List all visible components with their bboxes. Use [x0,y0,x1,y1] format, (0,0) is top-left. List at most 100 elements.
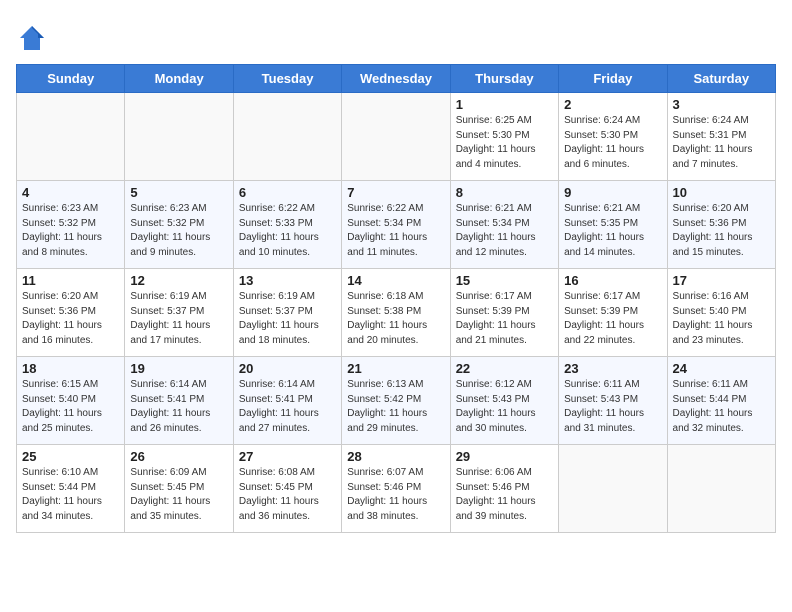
day-number: 23 [564,361,661,376]
day-number: 18 [22,361,119,376]
day-number: 19 [130,361,227,376]
logo-icon [18,24,46,52]
day-info: Sunrise: 6:20 AM Sunset: 5:36 PM Dayligh… [22,290,119,348]
calendar-cell: 15 Sunrise: 6:17 AM Sunset: 5:39 PM Dayli… [450,269,558,357]
day-info: Sunrise: 6:23 AM Sunset: 5:32 PM Dayligh… [130,202,227,260]
day-info: Sunrise: 6:22 AM Sunset: 5:33 PM Dayligh… [239,202,336,260]
calendar-cell: 18 Sunrise: 6:15 AM Sunset: 5:40 PM Dayli… [17,357,125,445]
day-info: Sunrise: 6:22 AM Sunset: 5:34 PM Dayligh… [347,202,444,260]
day-number: 17 [673,273,770,288]
day-info: Sunrise: 6:13 AM Sunset: 5:42 PM Dayligh… [347,378,444,436]
calendar-header-tuesday: Tuesday [233,65,341,93]
day-number: 3 [673,97,770,112]
day-info: Sunrise: 6:20 AM Sunset: 5:36 PM Dayligh… [673,202,770,260]
calendar-header-sunday: Sunday [17,65,125,93]
day-number: 8 [456,185,553,200]
calendar-cell: 14 Sunrise: 6:18 AM Sunset: 5:38 PM Dayli… [342,269,450,357]
day-info: Sunrise: 6:17 AM Sunset: 5:39 PM Dayligh… [456,290,553,348]
day-number: 24 [673,361,770,376]
calendar-week-row: 4Sunrise: 6:23 AM Sunset: 5:32 PM Daylig… [17,181,776,269]
calendar-table: SundayMondayTuesdayWednesdayThursdayFrid… [16,64,776,533]
day-info: Sunrise: 6:21 AM Sunset: 5:35 PM Dayligh… [564,202,661,260]
calendar-week-row: 1Sunrise: 6:25 AM Sunset: 5:30 PM Daylig… [17,93,776,181]
calendar-cell: 21 Sunrise: 6:13 AM Sunset: 5:42 PM Dayli… [342,357,450,445]
day-number: 5 [130,185,227,200]
calendar-cell: 9 Sunrise: 6:21 AM Sunset: 5:35 PM Daylig… [559,181,667,269]
day-info: Sunrise: 6:23 AM Sunset: 5:32 PM Dayligh… [22,202,119,260]
day-info: Sunrise: 6:18 AM Sunset: 5:38 PM Dayligh… [347,290,444,348]
calendar-week-row: 25Sunrise: 6:10 AM Sunset: 5:44 PM Dayli… [17,445,776,533]
calendar-cell: 25Sunrise: 6:10 AM Sunset: 5:44 PM Dayli… [17,445,125,533]
day-number: 11 [22,273,119,288]
day-info: Sunrise: 6:21 AM Sunset: 5:34 PM Dayligh… [456,202,553,260]
calendar-week-row: 11 Sunrise: 6:20 AM Sunset: 5:36 PM Dayli… [17,269,776,357]
day-info: Sunrise: 6:12 AM Sunset: 5:43 PM Dayligh… [456,378,553,436]
calendar-header-saturday: Saturday [667,65,775,93]
day-number: 7 [347,185,444,200]
calendar-cell: 6 Sunrise: 6:22 AM Sunset: 5:33 PM Daylig… [233,181,341,269]
calendar-cell: 13 Sunrise: 6:19 AM Sunset: 5:37 PM Dayli… [233,269,341,357]
calendar-header-thursday: Thursday [450,65,558,93]
calendar-cell: 24 Sunrise: 6:11 AM Sunset: 5:44 PM Dayli… [667,357,775,445]
calendar-week-row: 18 Sunrise: 6:15 AM Sunset: 5:40 PM Dayli… [17,357,776,445]
day-info: Sunrise: 6:19 AM Sunset: 5:37 PM Dayligh… [239,290,336,348]
calendar-cell: 20Sunrise: 6:14 AM Sunset: 5:41 PM Dayli… [233,357,341,445]
calendar-cell: 29 Sunrise: 6:06 AM Sunset: 5:46 PM Dayli… [450,445,558,533]
calendar-cell: 3 Sunrise: 6:24 AM Sunset: 5:31 PM Daylig… [667,93,775,181]
day-number: 14 [347,273,444,288]
day-number: 27 [239,449,336,464]
day-info: Sunrise: 6:14 AM Sunset: 5:41 PM Dayligh… [239,378,336,436]
calendar-header-wednesday: Wednesday [342,65,450,93]
day-number: 21 [347,361,444,376]
day-info: Sunrise: 6:24 AM Sunset: 5:30 PM Dayligh… [564,114,661,172]
day-info: Sunrise: 6:25 AM Sunset: 5:30 PM Dayligh… [456,114,553,172]
day-info: Sunrise: 6:19 AM Sunset: 5:37 PM Dayligh… [130,290,227,348]
calendar-cell [559,445,667,533]
calendar-body: 1Sunrise: 6:25 AM Sunset: 5:30 PM Daylig… [17,93,776,533]
calendar-cell [233,93,341,181]
calendar-cell: 10 Sunrise: 6:20 AM Sunset: 5:36 PM Dayli… [667,181,775,269]
day-info: Sunrise: 6:08 AM Sunset: 5:45 PM Dayligh… [239,466,336,524]
day-number: 12 [130,273,227,288]
day-number: 13 [239,273,336,288]
day-info: Sunrise: 6:06 AM Sunset: 5:46 PM Dayligh… [456,466,553,524]
day-info: Sunrise: 6:07 AM Sunset: 5:46 PM Dayligh… [347,466,444,524]
calendar-cell [342,93,450,181]
calendar-cell: 2Sunrise: 6:24 AM Sunset: 5:30 PM Daylig… [559,93,667,181]
day-info: Sunrise: 6:15 AM Sunset: 5:40 PM Dayligh… [22,378,119,436]
day-number: 9 [564,185,661,200]
calendar-cell: 23 Sunrise: 6:11 AM Sunset: 5:43 PM Dayli… [559,357,667,445]
calendar-cell: 11 Sunrise: 6:20 AM Sunset: 5:36 PM Dayli… [17,269,125,357]
day-info: Sunrise: 6:14 AM Sunset: 5:41 PM Dayligh… [130,378,227,436]
day-info: Sunrise: 6:17 AM Sunset: 5:39 PM Dayligh… [564,290,661,348]
day-number: 26 [130,449,227,464]
calendar-cell: 22 Sunrise: 6:12 AM Sunset: 5:43 PM Dayli… [450,357,558,445]
day-number: 28 [347,449,444,464]
day-number: 10 [673,185,770,200]
calendar-cell: 27 Sunrise: 6:08 AM Sunset: 5:45 PM Dayli… [233,445,341,533]
day-info: Sunrise: 6:24 AM Sunset: 5:31 PM Dayligh… [673,114,770,172]
calendar-header-monday: Monday [125,65,233,93]
calendar-cell: 16 Sunrise: 6:17 AM Sunset: 5:39 PM Dayli… [559,269,667,357]
calendar-cell: 26Sunrise: 6:09 AM Sunset: 5:45 PM Dayli… [125,445,233,533]
calendar-cell: 28 Sunrise: 6:07 AM Sunset: 5:46 PM Dayli… [342,445,450,533]
logo [16,24,46,52]
day-info: Sunrise: 6:11 AM Sunset: 5:44 PM Dayligh… [673,378,770,436]
calendar-cell: 19 Sunrise: 6:14 AM Sunset: 5:41 PM Dayli… [125,357,233,445]
calendar-cell: 17 Sunrise: 6:16 AM Sunset: 5:40 PM Dayli… [667,269,775,357]
calendar-cell: 7 Sunrise: 6:22 AM Sunset: 5:34 PM Daylig… [342,181,450,269]
day-number: 16 [564,273,661,288]
calendar-cell: 5 Sunrise: 6:23 AM Sunset: 5:32 PM Daylig… [125,181,233,269]
calendar-cell: 4Sunrise: 6:23 AM Sunset: 5:32 PM Daylig… [17,181,125,269]
calendar-cell: 12 Sunrise: 6:19 AM Sunset: 5:37 PM Dayli… [125,269,233,357]
day-number: 29 [456,449,553,464]
calendar-cell [667,445,775,533]
day-number: 22 [456,361,553,376]
day-info: Sunrise: 6:11 AM Sunset: 5:43 PM Dayligh… [564,378,661,436]
day-number: 6 [239,185,336,200]
day-number: 15 [456,273,553,288]
header [16,16,776,52]
calendar-cell: 8 Sunrise: 6:21 AM Sunset: 5:34 PM Daylig… [450,181,558,269]
day-info: Sunrise: 6:16 AM Sunset: 5:40 PM Dayligh… [673,290,770,348]
calendar-cell [17,93,125,181]
